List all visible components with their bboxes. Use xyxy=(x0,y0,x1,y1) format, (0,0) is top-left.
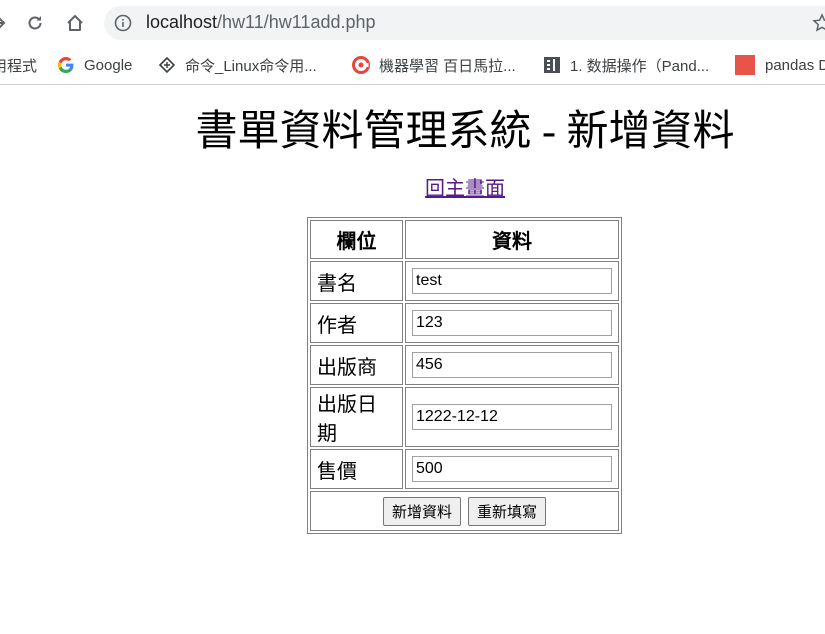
book-add-form-table: 欄位 資料 書名 作者 出版商 出版日期 售價 新增資料 重新填寫 xyxy=(307,217,622,534)
bookmark-label: Google xyxy=(84,56,133,74)
table-button-row: 新增資料 重新填寫 xyxy=(310,491,619,531)
arrow-right-icon xyxy=(0,17,6,29)
bookmark-pandas-data[interactable]: 1. 数据操作（Pand... xyxy=(542,54,709,76)
url-text: localhost/hw11/hw11add.php xyxy=(146,12,376,33)
bookmark-label: 命令_Linux命令用... xyxy=(185,57,317,75)
home-icon xyxy=(67,15,83,31)
bookmark-ml-marathon[interactable]: 機器學習 百日馬拉... xyxy=(351,54,516,76)
url-host: localhost xyxy=(146,12,218,32)
button-cell: 新增資料 重新填寫 xyxy=(310,491,619,531)
publisher-input[interactable] xyxy=(412,352,612,378)
field-label-price: 售價 xyxy=(310,449,403,489)
browser-toolbar: localhost/hw11/hw11add.php xyxy=(0,0,825,46)
field-label-author: 作者 xyxy=(310,303,403,343)
field-cell xyxy=(405,303,619,343)
bookmark-label: 用程式 xyxy=(0,57,38,75)
table-header-row: 欄位 資料 xyxy=(310,220,619,259)
publish-date-input[interactable] xyxy=(412,404,612,430)
bookmark-apps[interactable]: 用程式 xyxy=(0,54,37,76)
page-title: 書單資料管理系統 - 新增資料 xyxy=(195,109,735,155)
table-row: 出版日期 xyxy=(310,387,619,447)
table-row: 出版商 xyxy=(310,345,619,385)
address-bar[interactable]: localhost/hw11/hw11add.php xyxy=(104,6,825,40)
field-label-title: 書名 xyxy=(310,261,403,301)
reload-icon xyxy=(28,16,42,30)
bookmark-pandas-docs[interactable]: pandas D xyxy=(735,54,825,76)
table-row: 書名 xyxy=(310,261,619,301)
info-icon[interactable] xyxy=(114,14,132,32)
pandas-icon xyxy=(735,55,755,75)
bookmark-label: pandas D xyxy=(765,56,825,74)
bookmark-google[interactable]: Google xyxy=(56,54,132,76)
bookmark-star-icon[interactable] xyxy=(812,13,825,33)
bookmark-label: 1. 数据操作（Pand... xyxy=(570,57,710,75)
field-label-publish-date: 出版日期 xyxy=(310,387,403,447)
back-link-container: 回主畫面 xyxy=(0,172,825,201)
author-input[interactable] xyxy=(412,310,612,336)
field-cell xyxy=(405,261,619,301)
price-input[interactable] xyxy=(412,456,612,482)
reset-button[interactable]: 重新填寫 xyxy=(468,496,547,526)
bookmarks-bar: 用程式 Google 命令_Linux命令用... 機器學習 百日馬拉... 1… xyxy=(0,46,825,85)
book-icon xyxy=(542,55,562,75)
url-path: /hw11/hw11add.php xyxy=(217,12,376,32)
field-label-publisher: 出版商 xyxy=(310,345,403,385)
field-cell xyxy=(405,449,619,489)
bookmark-linux-command[interactable]: 命令_Linux命令用... xyxy=(157,54,317,76)
cupoy-icon xyxy=(351,55,371,75)
field-cell xyxy=(405,345,619,385)
submit-button[interactable]: 新增資料 xyxy=(382,496,461,526)
google-icon xyxy=(56,55,76,75)
table-row: 作者 xyxy=(310,303,619,343)
table-row: 售價 xyxy=(310,449,619,489)
reload-button[interactable] xyxy=(22,10,48,36)
book-title-input[interactable] xyxy=(412,268,612,294)
field-cell xyxy=(405,387,619,447)
command-icon xyxy=(157,55,177,75)
back-to-main-link[interactable]: 回主畫面 xyxy=(425,178,505,200)
forward-button[interactable] xyxy=(0,10,12,36)
header-data: 資料 xyxy=(405,220,619,259)
header-field: 欄位 xyxy=(310,220,403,259)
bookmark-label: 機器學習 百日馬拉... xyxy=(379,57,516,75)
home-button[interactable] xyxy=(62,10,88,36)
